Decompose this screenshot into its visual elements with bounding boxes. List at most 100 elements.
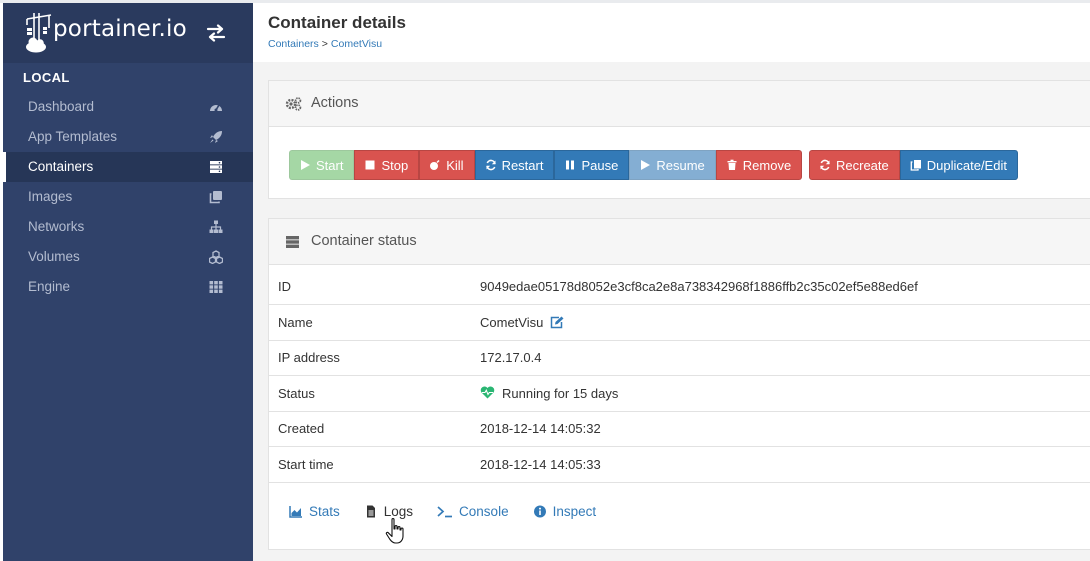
start-time-value: 2018-12-14 14:05:33 xyxy=(480,446,1090,483)
tab-inspect-label: Inspect xyxy=(552,503,597,519)
status-cell: Running for 15 days xyxy=(480,375,1090,412)
stop-button[interactable]: Stop xyxy=(354,150,420,180)
start-button-label: Start xyxy=(316,157,344,173)
remove-button[interactable]: Remove xyxy=(715,150,803,180)
clone-icon xyxy=(209,191,222,204)
resume-button-label: Resume xyxy=(656,157,705,173)
created-value: 2018-12-14 14:05:32 xyxy=(480,411,1090,447)
tab-stats[interactable]: Stats xyxy=(289,504,340,519)
tab-logs[interactable]: Logs xyxy=(364,504,413,519)
container-name-value: CometVisu xyxy=(480,314,544,330)
recreate-button-label: Recreate xyxy=(836,157,889,173)
sidebar-item-label: Dashboard xyxy=(28,99,95,114)
server-icon xyxy=(210,161,222,173)
recreate-button[interactable]: Recreate xyxy=(809,150,900,180)
breadcrumb: Containers > CometVisu xyxy=(268,38,382,50)
sidebar-section-local: LOCAL xyxy=(23,70,70,85)
kill-button[interactable]: Kill xyxy=(419,150,475,180)
sidebar-nav: Dashboard App Templates Containers Image… xyxy=(3,92,253,302)
refresh-icon xyxy=(820,159,830,171)
table-row: Created 2018-12-14 14:05:32 xyxy=(269,411,1090,447)
cubes-icon xyxy=(209,250,223,264)
remove-button-label: Remove xyxy=(742,157,792,173)
sidebar-item-dashboard[interactable]: Dashboard xyxy=(3,92,253,122)
status-value: Running for 15 days xyxy=(502,385,619,401)
tab-console-label: Console xyxy=(459,503,509,519)
start-button[interactable]: Start xyxy=(289,150,355,180)
server-icon xyxy=(286,236,299,248)
file-text-icon xyxy=(366,505,375,517)
cogs-icon xyxy=(285,97,302,111)
container-id-value: 9049edae05178d8052e3cf8ca2e8a738342968f1… xyxy=(480,269,1090,305)
page-header: Container details Containers > CometVisu xyxy=(253,3,1090,62)
recreate-button-group: Recreate Duplicate/Edit xyxy=(809,150,1018,180)
duplicate-edit-button[interactable]: Duplicate/Edit xyxy=(899,150,1018,180)
container-name-cell: CometVisu xyxy=(480,304,1090,341)
tab-inspect[interactable]: Inspect xyxy=(533,503,597,519)
container-status-title: Container status xyxy=(311,233,417,249)
table-row: IP address 172.17.0.4 xyxy=(269,340,1090,376)
sidebar-item-label: Networks xyxy=(28,219,85,234)
row-key: IP address xyxy=(269,340,480,376)
bomb-icon xyxy=(430,159,440,170)
actions-panel-header: Actions xyxy=(269,81,1090,127)
exchange-arrows-icon[interactable] xyxy=(206,24,226,42)
row-key: Status xyxy=(269,375,480,412)
terminal-icon xyxy=(437,505,453,517)
breadcrumb-containers-link[interactable]: Containers xyxy=(268,38,319,50)
sitemap-icon xyxy=(209,220,223,233)
table-row: Status Running for 15 days xyxy=(269,375,1090,412)
sidebar-item-containers[interactable]: Containers xyxy=(3,152,253,182)
container-status-table: ID 9049edae05178d8052e3cf8ca2e8a73834296… xyxy=(269,269,1090,483)
sidebar: portainer.io LOCAL Dashboard App Templat… xyxy=(3,3,253,561)
pause-button-label: Pause xyxy=(581,157,619,173)
stop-button-label: Stop xyxy=(381,157,409,173)
restart-button[interactable]: Restart xyxy=(474,150,555,180)
sidebar-item-images[interactable]: Images xyxy=(3,182,253,212)
container-status-header: Container status xyxy=(269,219,1090,265)
restart-button-label: Restart xyxy=(501,157,544,173)
ip-address-value: 172.17.0.4 xyxy=(480,340,1090,376)
table-row: Name CometVisu xyxy=(269,304,1090,341)
brand-logo-text[interactable]: portainer.io xyxy=(53,16,187,42)
tab-console[interactable]: Console xyxy=(437,504,509,519)
sidebar-item-label: App Templates xyxy=(28,129,118,144)
trash-icon xyxy=(727,159,737,170)
sidebar-item-app-templates[interactable]: App Templates xyxy=(3,122,253,152)
portainer-logo-icon[interactable] xyxy=(25,11,53,53)
row-key: Start time xyxy=(269,446,480,483)
row-key: Name xyxy=(269,304,480,341)
area-chart-icon xyxy=(289,505,302,518)
tab-logs-label: Logs xyxy=(383,503,414,519)
tachometer-icon xyxy=(210,104,222,112)
container-detail-links: Stats Logs Console Inspect xyxy=(289,500,620,522)
play-icon xyxy=(641,160,651,170)
edit-icon[interactable] xyxy=(550,316,564,329)
tab-stats-label: Stats xyxy=(309,503,340,519)
resume-button[interactable]: Resume xyxy=(629,150,716,180)
refresh-icon xyxy=(485,159,496,171)
sidebar-item-label: Images xyxy=(28,189,73,204)
kill-button-label: Kill xyxy=(446,157,464,173)
sidebar-item-volumes[interactable]: Volumes xyxy=(3,242,253,272)
duplicate-edit-button-label: Duplicate/Edit xyxy=(926,157,1007,173)
pause-button[interactable]: Pause xyxy=(554,150,630,180)
rocket-icon xyxy=(210,131,222,143)
pause-icon xyxy=(566,160,575,170)
sidebar-item-label: Volumes xyxy=(28,249,80,264)
brand-bar: portainer.io xyxy=(3,3,253,63)
sidebar-item-label: Engine xyxy=(28,279,71,294)
heartbeat-icon xyxy=(480,386,495,399)
sidebar-item-engine[interactable]: Engine xyxy=(3,272,253,302)
main-content: Container details Containers > CometVisu A… xyxy=(253,3,1090,561)
stop-icon xyxy=(365,160,375,170)
lifecycle-button-group: Start Stop Kill Restart Pause Resume Rem… xyxy=(289,150,803,180)
copy-icon xyxy=(910,160,921,171)
actions-panel-title: Actions xyxy=(311,95,359,111)
breadcrumb-separator: > xyxy=(321,38,328,50)
breadcrumb-current-link[interactable]: CometVisu xyxy=(331,38,382,50)
actions-panel: Actions Start Stop Kill Restart Pause Re… xyxy=(268,80,1090,199)
sidebar-item-networks[interactable]: Networks xyxy=(3,212,253,242)
sidebar-item-label: Containers xyxy=(28,159,94,174)
table-row: ID 9049edae05178d8052e3cf8ca2e8a73834296… xyxy=(269,269,1090,305)
